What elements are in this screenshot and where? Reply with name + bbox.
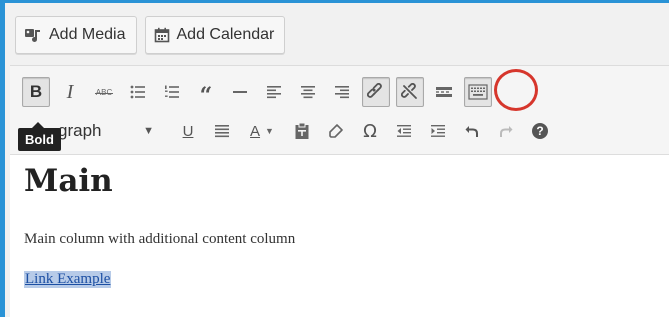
- bold-icon: B: [29, 82, 43, 101]
- calendar-icon: [154, 27, 170, 43]
- bold-button[interactable]: B: [22, 77, 50, 107]
- strikethrough-icon: ABC: [94, 88, 114, 97]
- special-character-button[interactable]: Ω: [356, 116, 384, 146]
- align-center-icon: [300, 85, 316, 99]
- unlink-icon: [401, 83, 419, 101]
- increase-indent-button[interactable]: [424, 116, 452, 146]
- media-icon: [24, 27, 42, 43]
- clear-formatting-button[interactable]: [322, 116, 350, 146]
- align-left-button[interactable]: [260, 77, 288, 107]
- bulleted-list-icon: [130, 85, 146, 99]
- editor-toolbar: B I ABC: [10, 66, 669, 155]
- paste-as-text-button[interactable]: [288, 116, 316, 146]
- align-right-button[interactable]: [328, 77, 356, 107]
- selected-link[interactable]: Link Example: [24, 271, 112, 288]
- horizontal-line-icon: [232, 90, 248, 94]
- blockquote-icon: “: [199, 83, 213, 109]
- horizontal-line-button[interactable]: [226, 77, 254, 107]
- editor: B I ABC: [10, 65, 669, 317]
- align-center-button[interactable]: [294, 77, 322, 107]
- content-heading: Main: [24, 163, 113, 199]
- justify-button[interactable]: [208, 116, 236, 146]
- insert-link-button[interactable]: [362, 77, 390, 107]
- bulleted-list-button[interactable]: [124, 77, 152, 107]
- align-right-icon: [334, 85, 350, 99]
- add-calendar-label: Add Calendar: [176, 26, 275, 43]
- link-icon: [367, 83, 385, 101]
- editor-content[interactable]: Main Main column with additional content…: [10, 155, 669, 317]
- redo-icon: [498, 123, 514, 139]
- underline-button[interactable]: U: [174, 116, 202, 146]
- eraser-icon: [328, 123, 344, 139]
- toolbar-toggle-button[interactable]: [464, 77, 492, 107]
- numbered-list-button[interactable]: [158, 77, 186, 107]
- numbered-list-icon: [164, 85, 180, 99]
- blockquote-button[interactable]: “: [192, 77, 220, 107]
- media-buttons-row: Add Media Add Calendar: [15, 16, 286, 58]
- keyboard-shortcuts-button[interactable]: ?: [526, 116, 554, 146]
- read-more-icon: [435, 86, 453, 98]
- text-color-button[interactable]: A ▼: [242, 116, 282, 146]
- redo-button[interactable]: [492, 116, 520, 146]
- justify-icon: [214, 124, 230, 138]
- clipboard-icon: [294, 122, 310, 140]
- undo-icon: [464, 123, 480, 139]
- help-icon: ?: [532, 123, 548, 139]
- content-paragraph: Main column with additional content colu…: [24, 231, 296, 247]
- undo-button[interactable]: [458, 116, 486, 146]
- outdent-icon: [396, 124, 412, 138]
- editor-frame: Add Media Add Calendar B I “ graph ▼ U A…: [0, 0, 669, 317]
- toolbar-row-1: B I ABC: [22, 75, 492, 109]
- bold-tooltip: Bold: [18, 122, 61, 151]
- italic-button[interactable]: I: [56, 77, 84, 107]
- read-more-button[interactable]: [430, 77, 458, 107]
- add-media-label: Add Media: [49, 26, 126, 43]
- text-color-icon: A: [250, 122, 261, 140]
- italic-icon: I: [66, 80, 74, 103]
- underline-icon: U: [182, 122, 194, 140]
- chevron-down-icon: ▼: [143, 125, 154, 137]
- keyboard-icon: [468, 84, 488, 100]
- strikethrough-button[interactable]: ABC: [90, 77, 118, 107]
- align-left-icon: [266, 85, 282, 99]
- omega-icon: Ω: [363, 120, 377, 142]
- chevron-down-icon: ▼: [265, 126, 274, 136]
- add-calendar-button[interactable]: Add Calendar: [144, 16, 286, 54]
- add-media-button[interactable]: Add Media: [15, 16, 137, 54]
- indent-icon: [430, 124, 446, 138]
- toolbar-row-2: graph ▼ U A ▼ Ω ?: [22, 114, 554, 148]
- remove-link-button[interactable]: [396, 77, 424, 107]
- decrease-indent-button[interactable]: [390, 116, 418, 146]
